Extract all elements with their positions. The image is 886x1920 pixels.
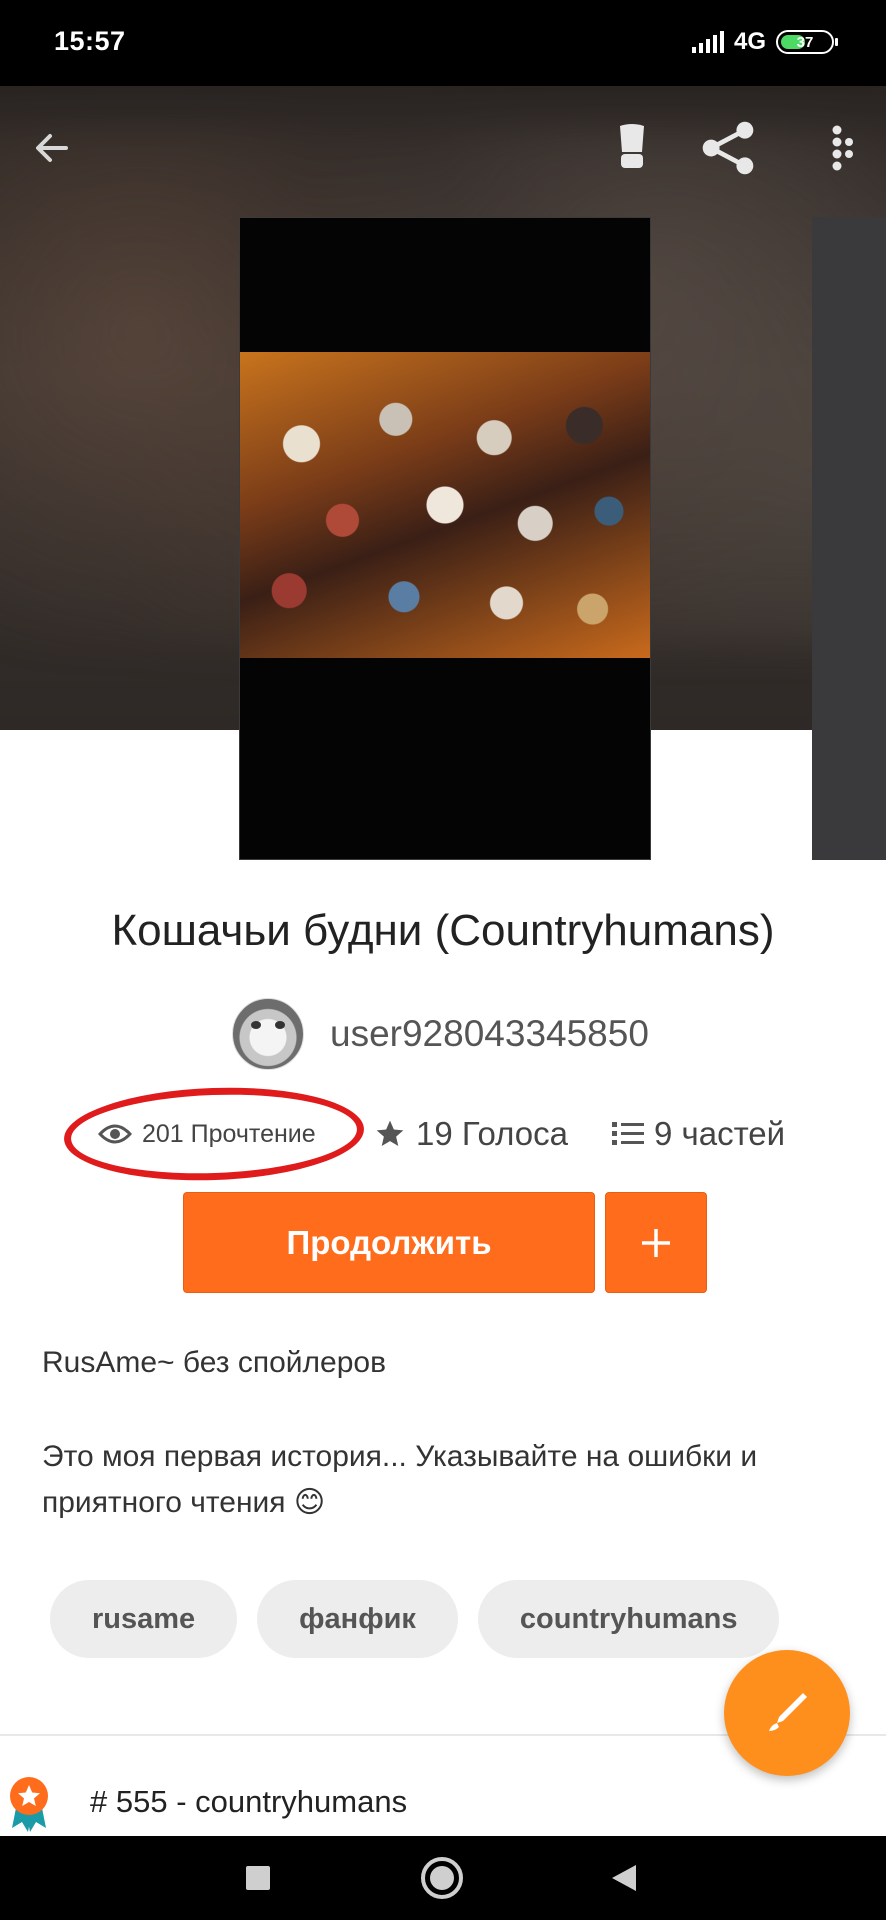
tag-chip[interactable]: countryhumans [477,1580,780,1658]
status-bar: 15:57 4G 37 [0,0,886,86]
more-vertical-icon [832,125,853,171]
list-icon [612,1122,644,1145]
story-description: RusAme~ без спойлеров Это моя первая ист… [42,1340,862,1574]
battery-icon: 37 [776,30,838,54]
votes-count: 19 Голоса [416,1115,568,1152]
status-indicators: 4G 37 [691,26,838,58]
description-line: RusAme~ без спойлеров [42,1346,387,1379]
arrow-left-icon [36,134,68,162]
write-fab-button[interactable] [724,1650,850,1776]
shaving-brush-icon [620,124,644,168]
signal-icon [691,31,724,53]
reading-mode-button[interactable] [602,118,662,178]
parts-stat[interactable]: 9 частей [612,1104,785,1164]
description-line: Это моя первая история... Указывайте на … [42,1440,758,1519]
cover-artwork [240,352,650,658]
story-cover[interactable] [239,217,651,860]
share-button[interactable] [698,118,758,178]
tag-list: rusame фанфик countryhumans [50,1580,780,1658]
parts-count: 9 частей [654,1115,786,1152]
network-type: 4G [733,28,766,55]
story-title: Кошачьи будни (Countryhumans) [111,906,775,955]
next-cover-peek[interactable] [812,217,886,860]
back-button[interactable] [22,118,82,178]
square-icon [246,1866,270,1890]
rank-badge-icon [10,1777,48,1832]
more-button[interactable] [812,118,872,178]
avatar[interactable] [232,998,304,1070]
star-icon [376,1120,404,1146]
system-nav-bar [0,1836,886,1920]
add-to-library-button[interactable] [605,1192,707,1293]
home-button[interactable] [416,1852,468,1904]
back-nav-button[interactable] [598,1852,650,1904]
tag-chip[interactable]: rusame [50,1580,238,1658]
votes-stat: 19 Голоса [374,1104,568,1164]
tag-chip[interactable]: фанфик [257,1580,458,1658]
status-time: 15:57 [54,26,126,56]
continue-reading-button[interactable]: Продолжить [183,1192,595,1293]
triangle-back-icon [612,1865,636,1891]
rank-text: # 555 - countryhumans [90,1784,408,1819]
author-name[interactable]: user928043345850 [330,1013,649,1055]
plus-icon [642,1228,670,1257]
pencil-icon [769,1693,807,1731]
home-circle-icon [421,1857,463,1899]
recents-button[interactable] [232,1852,284,1904]
battery-level: 37 [796,33,814,51]
author-row[interactable]: user928043345850 [232,998,649,1070]
share-icon [702,121,754,175]
